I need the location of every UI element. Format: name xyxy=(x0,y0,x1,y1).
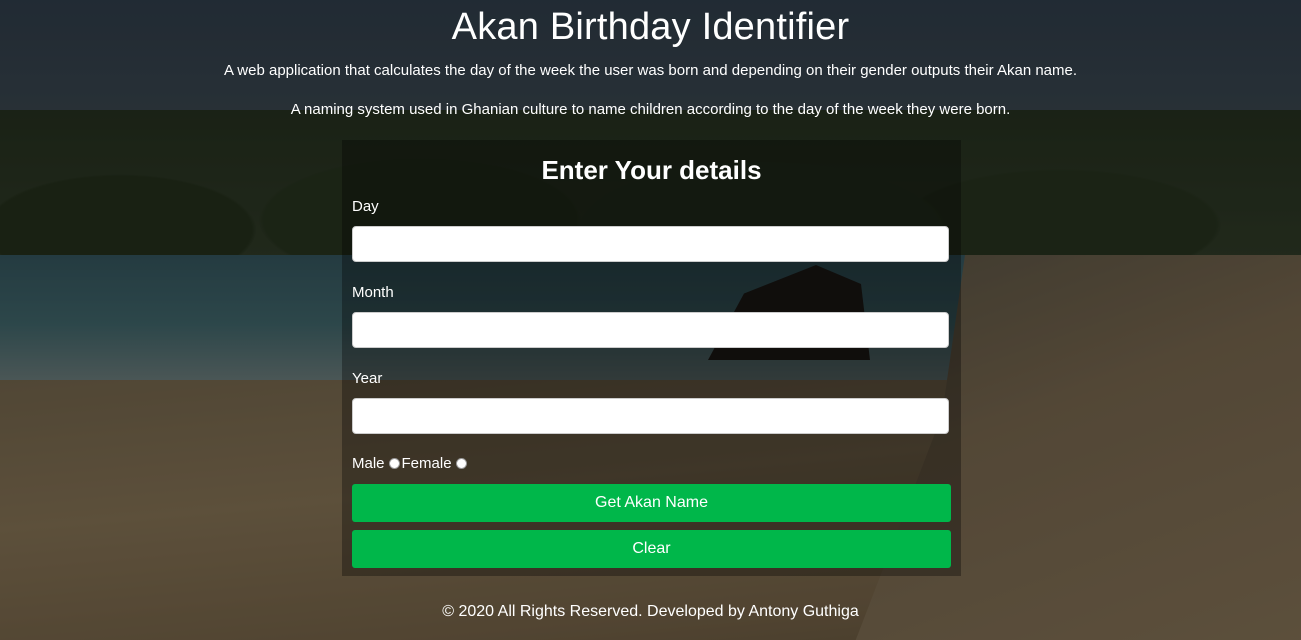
page-title: Akan Birthday Identifier xyxy=(451,6,850,48)
day-input[interactable] xyxy=(352,226,949,262)
get-akan-name-button[interactable]: Get Akan Name xyxy=(352,484,951,522)
details-form: Enter Your details Day Month Year Male F… xyxy=(342,140,961,576)
female-radio[interactable] xyxy=(455,458,467,469)
month-label: Month xyxy=(352,284,394,301)
form-title: Enter Your details xyxy=(541,155,762,185)
year-input[interactable] xyxy=(352,398,949,434)
male-radio[interactable] xyxy=(388,458,400,469)
year-label: Year xyxy=(352,370,383,387)
month-input[interactable] xyxy=(352,312,949,348)
female-label: Female xyxy=(401,455,452,472)
footer-text: © 2020 All Rights Reserved. Developed by… xyxy=(442,603,859,620)
male-label: Male xyxy=(352,455,385,472)
day-label: Day xyxy=(352,198,379,215)
naming-description: A naming system used in Ghanian culture … xyxy=(290,101,1011,118)
clear-button[interactable]: Clear xyxy=(352,530,951,568)
app-description: A web application that calculates the da… xyxy=(223,62,1078,79)
gender-selector: Male Female xyxy=(352,455,469,472)
